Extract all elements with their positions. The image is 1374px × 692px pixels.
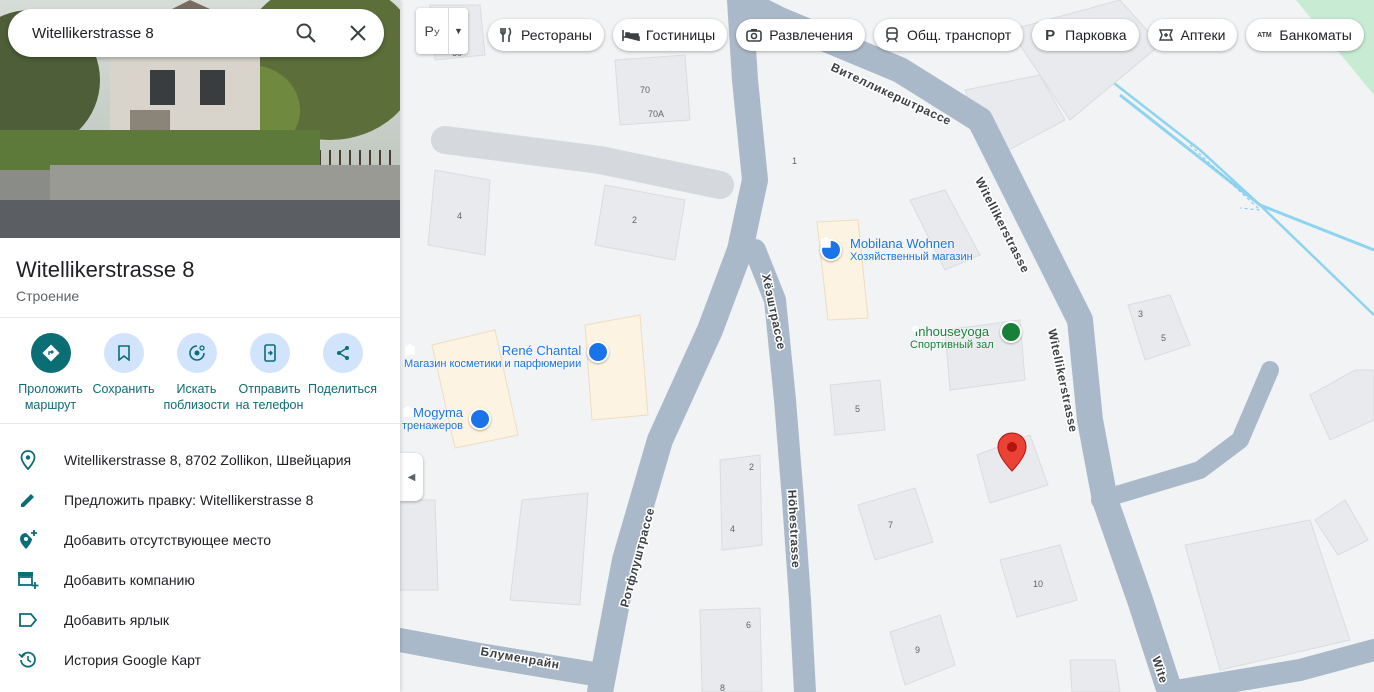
- location-pin-icon: [16, 448, 40, 472]
- directions-button[interactable]: Проложить маршрут: [14, 333, 87, 423]
- action-buttons: Проложить маршрут Сохранить Искать побли…: [0, 318, 400, 424]
- add-business-icon: [16, 568, 40, 592]
- search-input[interactable]: Witellikerstrasse 8: [32, 25, 280, 42]
- place-title: Witellikerstrasse 8: [16, 257, 195, 282]
- poi-category: Хозяйственный магазин: [850, 251, 973, 263]
- bldg-num: 10: [1033, 579, 1043, 589]
- chip-hotels[interactable]: Гостиницы: [612, 19, 728, 51]
- chip-things-to-do[interactable]: Развлечения: [736, 19, 865, 51]
- suggest-edit-text: Предложить правку: Witellikerstrasse 8: [64, 492, 314, 508]
- add-business-row[interactable]: Добавить компанию: [0, 560, 400, 600]
- chip-transit[interactable]: Общ. транспорт: [873, 19, 1024, 51]
- add-label-row[interactable]: Добавить ярлык: [0, 600, 400, 640]
- chip-atms[interactable]: ATM Банкоматы: [1246, 19, 1364, 51]
- caret-down-icon[interactable]: ▼: [449, 26, 468, 36]
- shopping-bag-icon: [405, 340, 610, 363]
- parking-icon: P: [1045, 26, 1056, 44]
- side-panel: Witellikerstrasse 8 Witellikerstrasse 8 …: [0, 0, 400, 692]
- shopping-bag-icon: [403, 406, 492, 430]
- chevron-left-icon: ◀: [407, 471, 416, 483]
- action-label: Искать поблизости: [163, 382, 230, 412]
- bldg-num: 6: [746, 620, 751, 630]
- poi-category: Магазин косметики и парфюмерии: [404, 358, 582, 370]
- history-icon: [16, 648, 40, 672]
- add-missing-place-text: Добавить отсутствующее место: [64, 532, 272, 548]
- send-to-phone-button[interactable]: Отправить на телефон: [233, 333, 306, 423]
- address-row[interactable]: Witellikerstrasse 8, 8702 Zollikon, Швей…: [0, 440, 400, 480]
- stream: [1109, 79, 1374, 316]
- nearby-icon: [176, 333, 217, 373]
- street-view-photo[interactable]: Witellikerstrasse 8: [0, 0, 400, 238]
- poi-inhouseyoga[interactable]: Inhouseyoga Спортивный зал: [910, 320, 1022, 351]
- chip-pharmacies[interactable]: Аптеки: [1147, 19, 1238, 51]
- chip-parking[interactable]: P Парковка: [1032, 19, 1139, 51]
- action-label: Сохранить: [92, 382, 155, 396]
- share-icon: [322, 333, 363, 373]
- pencil-icon: [16, 488, 40, 512]
- atm-icon: ATM: [1257, 31, 1272, 39]
- maps-history-row[interactable]: История Google Карт: [0, 640, 400, 680]
- poi-mogyma[interactable]: Mogyma тренажеров: [402, 405, 492, 432]
- search-icon[interactable]: [280, 9, 332, 57]
- poi-rene-chantal[interactable]: René Chantal Магазин косметики и парфюме…: [404, 340, 610, 370]
- map-canvas[interactable]: Вителликерштрассе Witellikerstrasse Wite…: [400, 0, 1374, 692]
- bldg-num: 2: [632, 215, 637, 225]
- poi-name: Inhouseyoga: [914, 324, 990, 339]
- restaurant-icon: [497, 26, 515, 44]
- add-business-text: Добавить компанию: [64, 572, 195, 588]
- map-layer-button[interactable]: РУ ▼: [416, 8, 468, 54]
- chip-restaurants[interactable]: Рестораны: [488, 19, 604, 51]
- collapse-panel-button[interactable]: ◀: [400, 453, 423, 501]
- bldg-num: 70А: [648, 109, 664, 119]
- transit-icon: [883, 26, 901, 44]
- maps-history-text: История Google Карт: [64, 652, 202, 668]
- gym-icon: [912, 320, 1022, 343]
- bldg-num: 5: [855, 404, 860, 414]
- label-icon: [16, 608, 40, 632]
- poi-name: Mobilana Wohnen: [850, 236, 955, 251]
- bookmark-icon: [103, 333, 144, 373]
- close-icon[interactable]: [332, 9, 384, 57]
- share-button[interactable]: Поделиться: [306, 333, 379, 423]
- suggest-edit-row[interactable]: Предложить правку: Witellikerstrasse 8: [0, 480, 400, 520]
- bldg-num: 9: [915, 645, 920, 655]
- layer-icon: РУ: [424, 23, 440, 39]
- bldg-num: 3: [1138, 309, 1143, 319]
- action-label: Проложить маршрут: [18, 382, 83, 412]
- directions-icon: [30, 333, 71, 373]
- action-label: Поделиться: [307, 382, 378, 396]
- add-label-text: Добавить ярлык: [64, 612, 170, 628]
- bldg-num: 8: [720, 683, 725, 692]
- bldg-num: 4: [730, 524, 735, 534]
- add-missing-place-row[interactable]: Добавить отсутствующее место: [0, 520, 400, 560]
- google-maps-app: Вителликерштрассе Witellikerstrasse Wite…: [0, 0, 1374, 692]
- category-chips: Рестораны Гостиницы Развлечения Общ. тра…: [488, 19, 1364, 51]
- camera-icon: [745, 26, 763, 44]
- action-label: Отправить на телефон: [235, 382, 304, 412]
- shopping-bag-icon: [820, 237, 842, 261]
- send-to-phone-icon: [249, 333, 290, 373]
- poi-name: René Chantal: [501, 343, 582, 358]
- bldg-num: 70: [640, 85, 650, 95]
- place-type: Строение: [16, 288, 80, 304]
- poi-category: Спортивный зал: [910, 339, 994, 351]
- bldg-num: 4: [457, 211, 462, 221]
- place-header: Witellikerstrasse 8 Строение: [0, 238, 400, 318]
- bldg-num: 5: [1161, 333, 1166, 343]
- bldg-num: 1: [792, 156, 797, 166]
- hotel-icon: [622, 26, 640, 44]
- save-button[interactable]: Сохранить: [87, 333, 160, 423]
- place-info-list: Witellikerstrasse 8, 8702 Zollikon, Швей…: [0, 424, 400, 680]
- pharmacy-icon: [1157, 26, 1175, 44]
- search-box[interactable]: Witellikerstrasse 8: [8, 9, 384, 57]
- add-place-icon: [16, 528, 40, 552]
- search-nearby-button[interactable]: Искать поблизости: [160, 333, 233, 423]
- bldg-num: 2: [749, 462, 754, 472]
- bldg-num: 7: [888, 520, 893, 530]
- address-text: Witellikerstrasse 8, 8702 Zollikon, Швей…: [64, 452, 352, 468]
- poi-mobilana-wohnen[interactable]: Mobilana Wohnen Хозяйственный магазин: [820, 236, 973, 263]
- poi-category: тренажеров: [402, 420, 464, 432]
